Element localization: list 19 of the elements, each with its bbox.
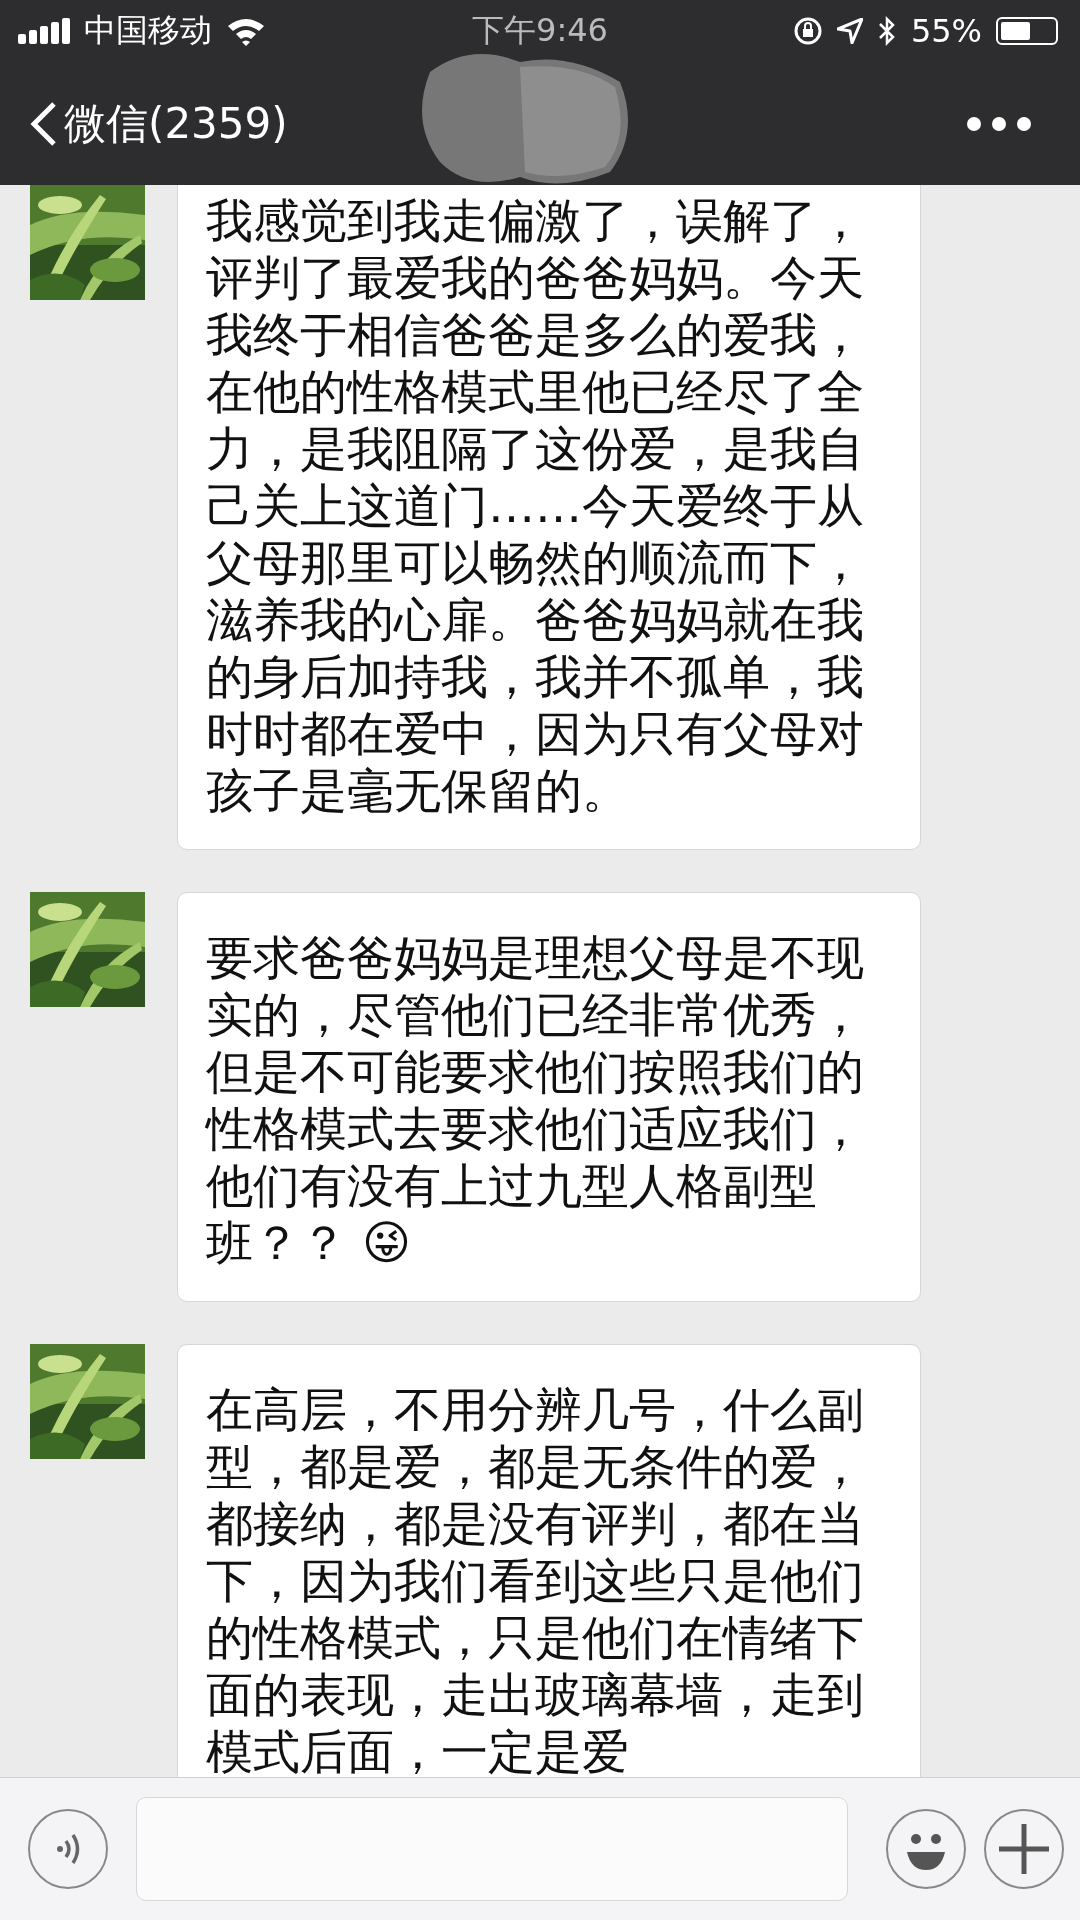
message-text: 在高层，不用分辨几号，什么副型，都是爱，都是无条件的爱，都接纳，都是没有评判，都在当下，因为我们看到这些只是他们的性格模式，只是他们在情绪下面的表现，走出玻璃幕墙，走到模式后面，一定是爱	[206, 1382, 864, 1777]
message-text: 我感觉到我走偏激了，误解了，评判了最爱我的爸爸妈妈。今天我终于相信爸爸是多么的爱我，在他的性格模式里他已经尽了全力，是我阻隔了这份爱，是我自己关上这道门……今天爱终于从父母那里可以畅然的顺流而下，滋养我的心扉。爸爸妈妈就在我的身后加持我，我并不孤单，我时时都在爱中，因为只有父母对孩子是毫无保留的。	[206, 193, 864, 818]
carrier-name: 中国移动	[84, 10, 212, 51]
more-icon[interactable]	[966, 115, 1032, 132]
voice-button[interactable]	[28, 1809, 108, 1889]
status-time: 下午9:46	[472, 10, 608, 51]
back-chevron-icon	[28, 100, 58, 147]
add-button[interactable]	[984, 1809, 1064, 1889]
location-icon	[836, 18, 863, 44]
battery-percent: 55%	[910, 12, 982, 50]
signal-icon	[18, 18, 70, 44]
message-input-field[interactable]	[136, 1797, 848, 1901]
back-button[interactable]: 微信(2359)	[28, 95, 288, 152]
rotation-lock-icon	[792, 16, 823, 46]
message-text: 要求爸爸妈妈是理想父母是不现实的，尽管他们已经非常优秀，但是不可能要求他们按照我们的性格模式去要求他们适应我们，他们有没有上过九型人格副型班？？ 😜	[206, 930, 864, 1270]
bluetooth-icon	[876, 16, 897, 46]
wifi-icon	[226, 16, 266, 46]
battery-icon	[996, 17, 1058, 45]
emoji-button[interactable]	[886, 1809, 966, 1889]
